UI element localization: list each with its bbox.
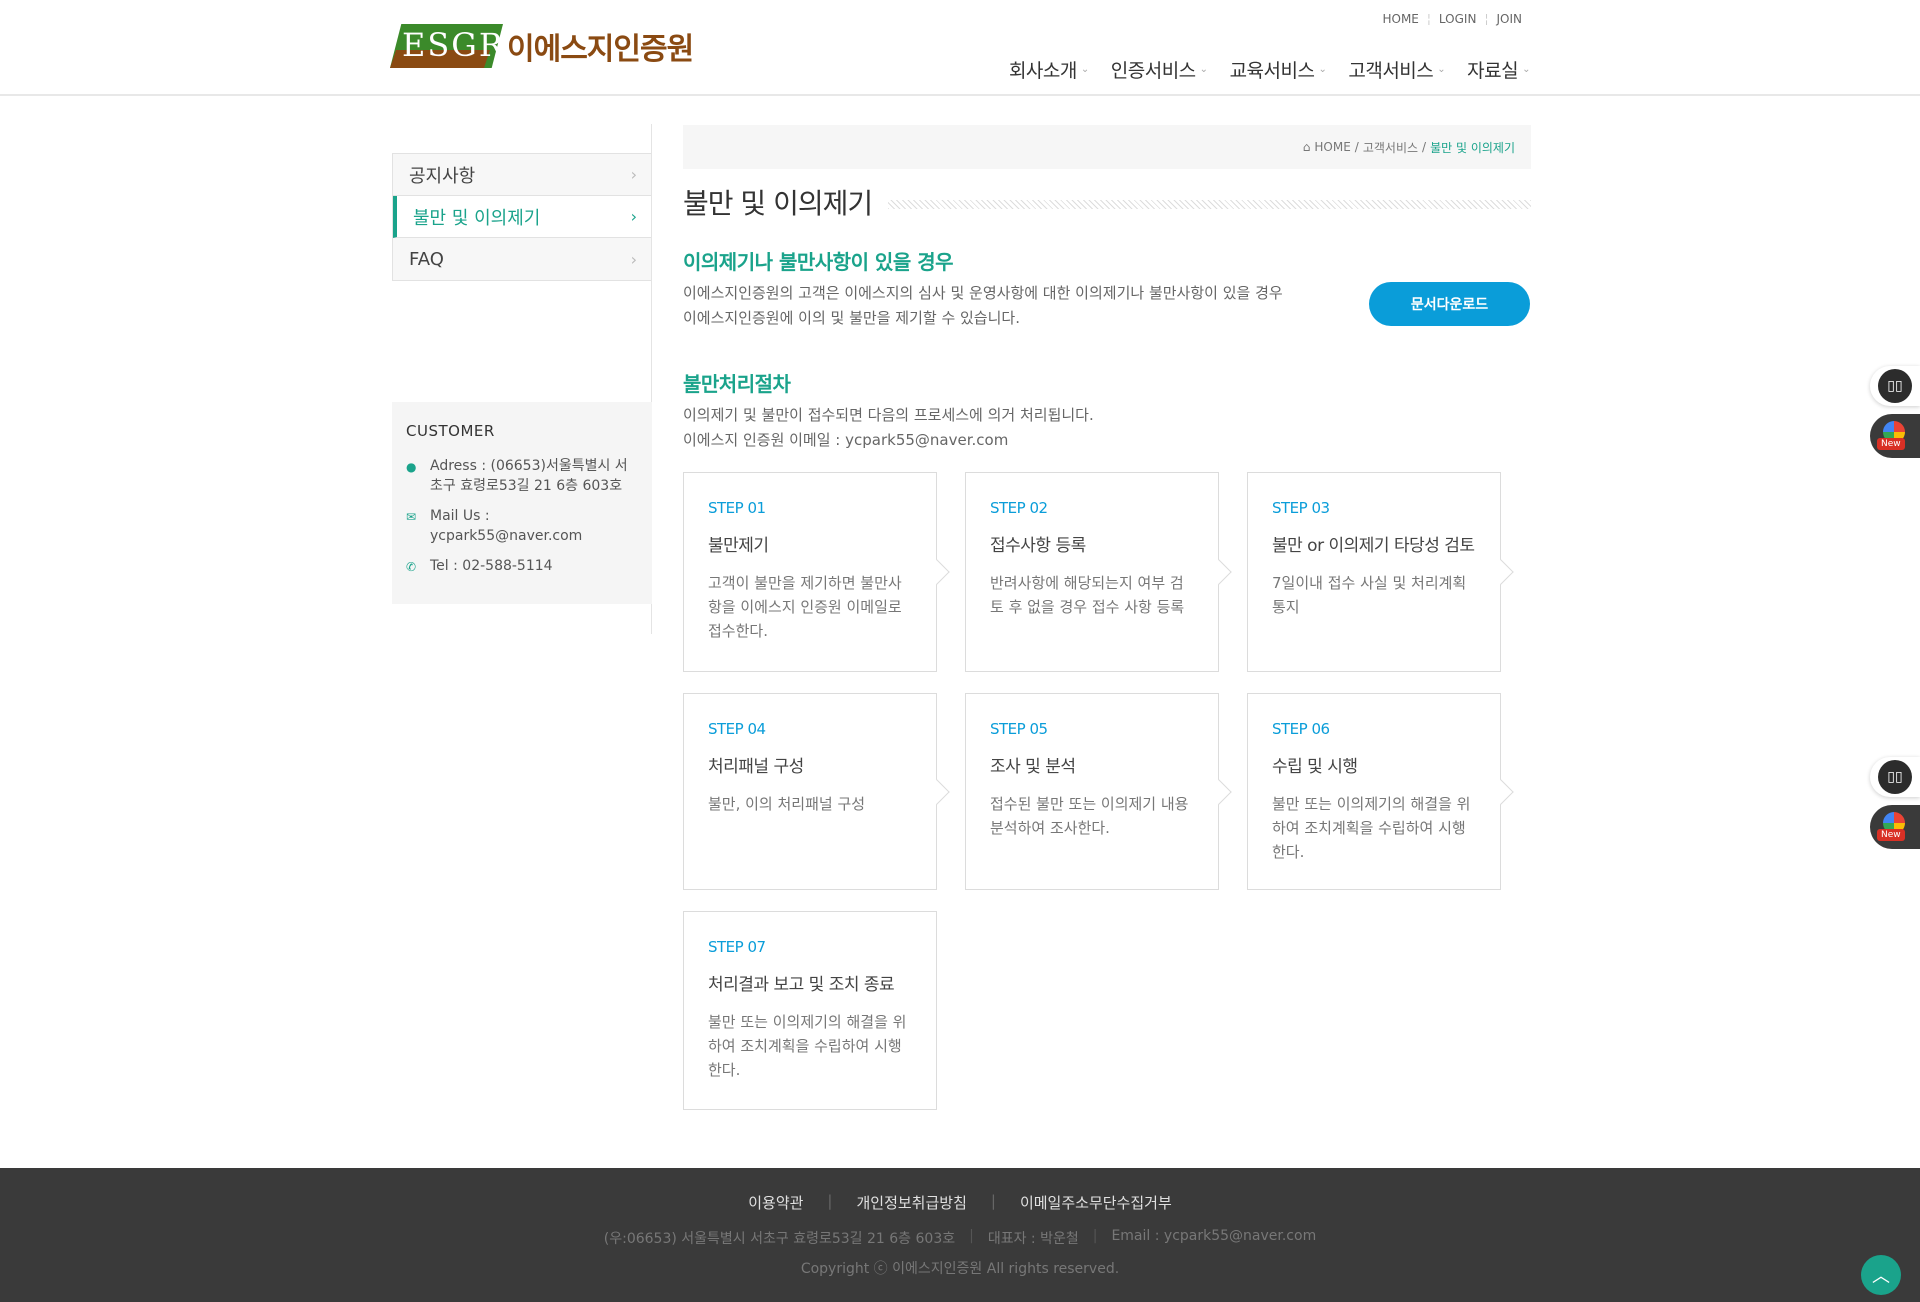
site-footer: 이용약관 | 개인정보취급방침 | 이메일주소무단수집거부 (우:06653) … (0, 1168, 1920, 1302)
nav-item-archive[interactable]: 자료실 ⌄ (1467, 56, 1530, 83)
reader-widget[interactable]: ▯▯ (1870, 366, 1920, 406)
footer-company-info: (우:06653) 서울특별시 서초구 효령로53길 21 6층 603호 | … (603, 1228, 1317, 1247)
customer-mail: ✉ Mail Us : ycpark55@naver.com (406, 508, 583, 544)
footer-link-terms[interactable]: 이용약관 (748, 1192, 803, 1213)
sidebar-item-complaints[interactable]: 불만 및 이의제기 › (393, 196, 651, 238)
chevron-up-icon: ︿ (1872, 1266, 1890, 1287)
arrow-right-icon (924, 778, 950, 805)
nav-item-certification[interactable]: 인증서비스 ⌄ (1111, 56, 1208, 83)
arrow-right-icon (1206, 559, 1232, 585)
logo-name: 이에스지인증원 (507, 32, 694, 67)
step-card: STEP 02 접수사항 등록 반려사항에 해당되는지 여부 검토 후 없을 경… (965, 472, 1232, 672)
chevron-down-icon: ⌄ (1437, 64, 1446, 75)
arrow-right-icon (1488, 559, 1514, 585)
chevron-down-icon: ⌄ (1522, 64, 1530, 75)
sidebar-menu: 공지사항 › 불만 및 이의제기 › FAQ › (392, 153, 652, 281)
globe-icon: New (1877, 421, 1909, 451)
new-feature-widget[interactable]: New (1870, 414, 1920, 458)
chevron-down-icon: ⌄ (1080, 64, 1089, 75)
breadcrumb-current: 불만 및 이의제기 (1430, 140, 1515, 155)
divider: | (990, 1192, 996, 1210)
arrow-right-icon (1488, 778, 1514, 805)
main-nav: 회사소개 ⌄ 인증서비스 ⌄ 교육서비스 ⌄ 고객서비스 ⌄ 자료실 ⌄ (1009, 56, 1531, 83)
topnav-home-link[interactable]: HOME (1374, 12, 1426, 26)
customer-tel: ✆ Tel : 02-588-5114 (406, 556, 638, 577)
section-description: 이에스지인증원의 고객은 이에스지의 심사 및 운영사항에 대한 이의제기나 불… (683, 284, 1283, 327)
page-title: 불만 및 이의제기 (683, 187, 873, 220)
title-decoration (888, 199, 1531, 209)
phone-icon: ✆ (406, 560, 417, 574)
home-icon: ⌂ (1302, 140, 1311, 154)
step-card: STEP 05 조사 및 분석 접수된 불만 또는 이의제기 내용 분석하여 조… (965, 693, 1232, 890)
chevron-down-icon: ⌄ (1318, 64, 1327, 75)
book-icon: ▯▯ (1878, 760, 1912, 794)
chevron-right-icon: › (630, 165, 637, 184)
breadcrumb-section[interactable]: 고객서비스 (1363, 139, 1418, 156)
site-logo[interactable]: ESGR 이에스지인증원 (390, 24, 694, 68)
book-icon: ▯▯ (1878, 369, 1912, 403)
logo-mark: ESGR (390, 24, 503, 68)
arrow-right-icon (1206, 778, 1232, 805)
step-card: STEP 06 수립 및 시행 불만 또는 이의제기의 해결을 위하여 조치계획… (1247, 693, 1514, 890)
section-title-procedure: 불만처리절차 (683, 372, 791, 396)
sidebar-item-notice[interactable]: 공지사항 › (393, 154, 651, 196)
arrow-right-icon (924, 559, 950, 585)
topnav-join-link[interactable]: JOIN (1489, 12, 1531, 26)
chevron-right-icon: › (630, 207, 637, 226)
nav-item-company[interactable]: 회사소개 ⌄ (1009, 56, 1089, 83)
step-card: STEP 01 불만제기 고객이 불만을 제기하면 불만사항을 이에스지 인증원… (683, 472, 950, 672)
globe-icon: New (1877, 812, 1909, 842)
step-card: STEP 07 처리결과 보고 및 조치 종료 불만 또는 이의제기의 해결을 … (683, 911, 937, 1110)
page-title-row: 불만 및 이의제기 (683, 182, 1531, 222)
footer-link-email-policy[interactable]: 이메일주소무단수집거부 (1020, 1192, 1172, 1213)
footer-link-privacy[interactable]: 개인정보취급방침 (856, 1192, 966, 1213)
divider: | (827, 1192, 833, 1210)
section-title-complaints: 이의제기나 불만사항이 있을 경우 (683, 250, 954, 274)
customer-info-box: CUSTOMER ● Adress : (06653)서울특별시 서초구 효령로… (392, 402, 652, 604)
customer-heading: CUSTOMER (406, 422, 495, 440)
sidebar-item-faq[interactable]: FAQ › (393, 238, 651, 280)
breadcrumb: ⌂ HOME / 고객서비스 / 불만 및 이의제기 (683, 125, 1531, 169)
step-card: STEP 04 처리패널 구성 불만, 이의 처리패널 구성 (683, 693, 950, 890)
footer-links: 이용약관 | 개인정보취급방침 | 이메일주소무단수집거부 (0, 1192, 1920, 1213)
scroll-to-top-button[interactable]: ︿ (1861, 1255, 1901, 1295)
step-card: STEP 03 불만 or 이의제기 타당성 검토 7일이내 접수 사실 및 처… (1247, 472, 1514, 672)
customer-address: ● Adress : (06653)서울특별시 서초구 효령로53길 21 6층… (406, 458, 628, 494)
map-pin-icon: ● (406, 460, 417, 474)
new-feature-widget[interactable]: New (1870, 805, 1920, 849)
nav-item-education[interactable]: 교육서비스 ⌄ (1230, 56, 1327, 83)
site-header: ESGR 이에스지인증원 HOME ¦ LOGIN ¦ JOIN 회사소개 ⌄ 인… (0, 0, 1920, 96)
footer-copyright: Copyright ⓒ 이에스지인증원 All rights reserved. (800, 1261, 1120, 1277)
topnav-login-link[interactable]: LOGIN (1431, 12, 1485, 26)
breadcrumb-home[interactable]: HOME (1314, 140, 1350, 154)
envelope-icon: ✉ (406, 510, 417, 524)
nav-item-customer[interactable]: 고객서비스 ⌄ (1348, 56, 1445, 83)
chevron-down-icon: ⌄ (1199, 64, 1208, 75)
reader-widget[interactable]: ▯▯ (1870, 757, 1920, 797)
chevron-right-icon: › (630, 249, 637, 269)
document-download-button[interactable]: 문서다운로드 (1369, 282, 1530, 326)
top-utility-nav: HOME ¦ LOGIN ¦ JOIN (1374, 12, 1530, 26)
procedure-description: 이의제기 및 불만이 접수되면 다음의 프로세스에 의거 처리됩니다. 이에스지… (683, 406, 1094, 449)
